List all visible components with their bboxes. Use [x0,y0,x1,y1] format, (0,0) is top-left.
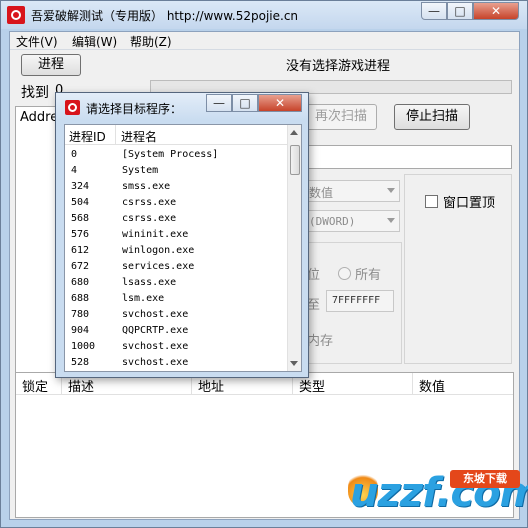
process-name: csrss.exe [122,197,177,208]
watermark-badge: 东坡下载 [450,470,520,488]
address-header: Addre [20,110,59,125]
process-row[interactable]: 576 wininit.exe [65,227,287,243]
title-bar[interactable]: 吾爱破解测试（专用版） http://www.52pojie.cn — □ ✕ [1,1,527,29]
process-name: winlogon.exe [122,245,195,256]
process-id: 568 [71,213,90,224]
process-row[interactable]: 1000 svchost.exe [65,339,287,355]
process-id: 0 [71,149,78,160]
dialog-close-button[interactable]: ✕ [258,94,302,112]
status-text: 没有选择游戏进程 [286,59,391,74]
process-list[interactable]: 进程ID 进程名 0 [System Process] 4 System 324 smss… [64,124,302,372]
process-id: 324 [71,181,90,192]
process-name: csrss.exe [122,213,177,224]
process-id: 1000 [71,341,96,352]
col-type[interactable]: 类型 [299,376,325,395]
minimize-button[interactable]: — [421,2,447,20]
process-name: wininit.exe [122,229,189,240]
scroll-up-icon[interactable] [290,130,298,135]
topmost-checkbox[interactable] [425,195,438,208]
process-row[interactable]: 4 System [65,163,287,179]
process-button[interactable]: 进程 [21,54,81,76]
process-list-scrollbar[interactable] [287,125,301,371]
process-row[interactable]: 324 smss.exe [65,179,287,195]
process-row[interactable]: 680 lsass.exe [65,275,287,291]
process-id: 612 [71,245,90,256]
col-address[interactable]: 地址 [198,376,224,395]
process-row[interactable]: 612 winlogon.exe [65,243,287,259]
process-id: 528 [71,357,90,368]
chevron-down-icon [387,188,395,193]
stop-scan-button[interactable]: 停止扫描 [394,104,470,130]
select-process-dialog: 请选择目标程序： — □ ✕ 进程ID 进程名 0 [System Process… [55,92,309,378]
process-row[interactable]: 0 [System Process] [65,147,287,163]
range-end-value: 7FFFFFFF [332,295,381,306]
process-row[interactable]: 504 csrss.exe [65,195,287,211]
process-row[interactable]: 528 svchost.exe [65,355,287,371]
col-process-id[interactable]: 进程ID [69,128,106,145]
data-type-text: (DWORD) [309,215,356,228]
process-id: 672 [71,261,90,272]
dialog-title-bar[interactable]: 请选择目标程序： — □ ✕ [56,93,308,121]
col-process-name[interactable]: 进程名 [121,128,157,145]
process-name: services.exe [122,261,195,272]
process-id: 680 [71,277,90,288]
process-id: 688 [71,293,90,304]
data-type-select[interactable]: (DWORD) [306,210,400,232]
col-description[interactable]: 描述 [68,376,94,395]
col-value[interactable]: 数值 [419,376,445,395]
scroll-down-icon[interactable] [290,361,298,366]
scroll-thumb[interactable] [290,145,300,175]
dialog-minimize-button[interactable]: — [206,94,232,112]
process-name: svchost.exe [122,309,189,320]
process-name: [System Process] [122,149,219,160]
process-id: 504 [71,197,90,208]
memory-label: 内存 [307,334,334,349]
process-id: 780 [71,309,90,320]
process-name: smss.exe [122,181,171,192]
dialog-title: 请选择目标程序： [86,102,183,116]
topmost-label: 窗口置顶 [443,196,496,211]
chevron-down-icon [387,218,395,223]
radio-all-label: 所有 [355,268,382,283]
window-title: 吾爱破解测试（专用版） http://www.52pojie.cn [31,9,299,23]
process-name: lsass.exe [122,277,177,288]
menu-file[interactable]: 文件(V) [16,33,58,50]
process-name: svchost.exe [122,357,189,368]
menu-edit[interactable]: 编辑(W) [72,33,117,50]
process-name: lsm.exe [122,293,165,304]
dialog-maximize-button[interactable]: □ [232,94,258,112]
maximize-button[interactable]: □ [447,2,473,20]
process-id: 4 [71,165,78,176]
value-type-select[interactable]: 数值 [306,180,400,202]
process-name: QQPCRTP.exe [122,325,189,336]
app-logo-icon [7,6,25,24]
process-name: svchost.exe [122,341,189,352]
menu-bar: 文件(V) 编辑(W) 帮助(Z) [10,32,519,50]
process-row[interactable]: 672 services.exe [65,259,287,275]
process-name: System [122,165,159,176]
value-input[interactable] [306,145,512,169]
value-type-text: 数值 [309,186,334,200]
process-list-header: 进程ID 进程名 [65,125,287,145]
options-group: 窗口置顶 [404,174,512,364]
found-label: 找到 [21,85,49,101]
close-button[interactable]: ✕ [473,2,519,20]
process-row[interactable]: 904 QQPCRTP.exe [65,323,287,339]
process-id: 576 [71,229,90,240]
range-end-input[interactable]: 7FFFFFFF [326,290,394,312]
app-logo-icon [65,100,80,115]
process-row[interactable]: 568 csrss.exe [65,211,287,227]
rescan-button[interactable]: 再次扫描 [305,104,377,130]
process-id: 904 [71,325,90,336]
menu-help[interactable]: 帮助(Z) [130,33,172,50]
col-lock[interactable]: 锁定 [22,376,48,395]
process-row[interactable]: 688 lsm.exe [65,291,287,307]
process-row[interactable]: 780 svchost.exe [65,307,287,323]
radio-all[interactable] [338,267,351,280]
